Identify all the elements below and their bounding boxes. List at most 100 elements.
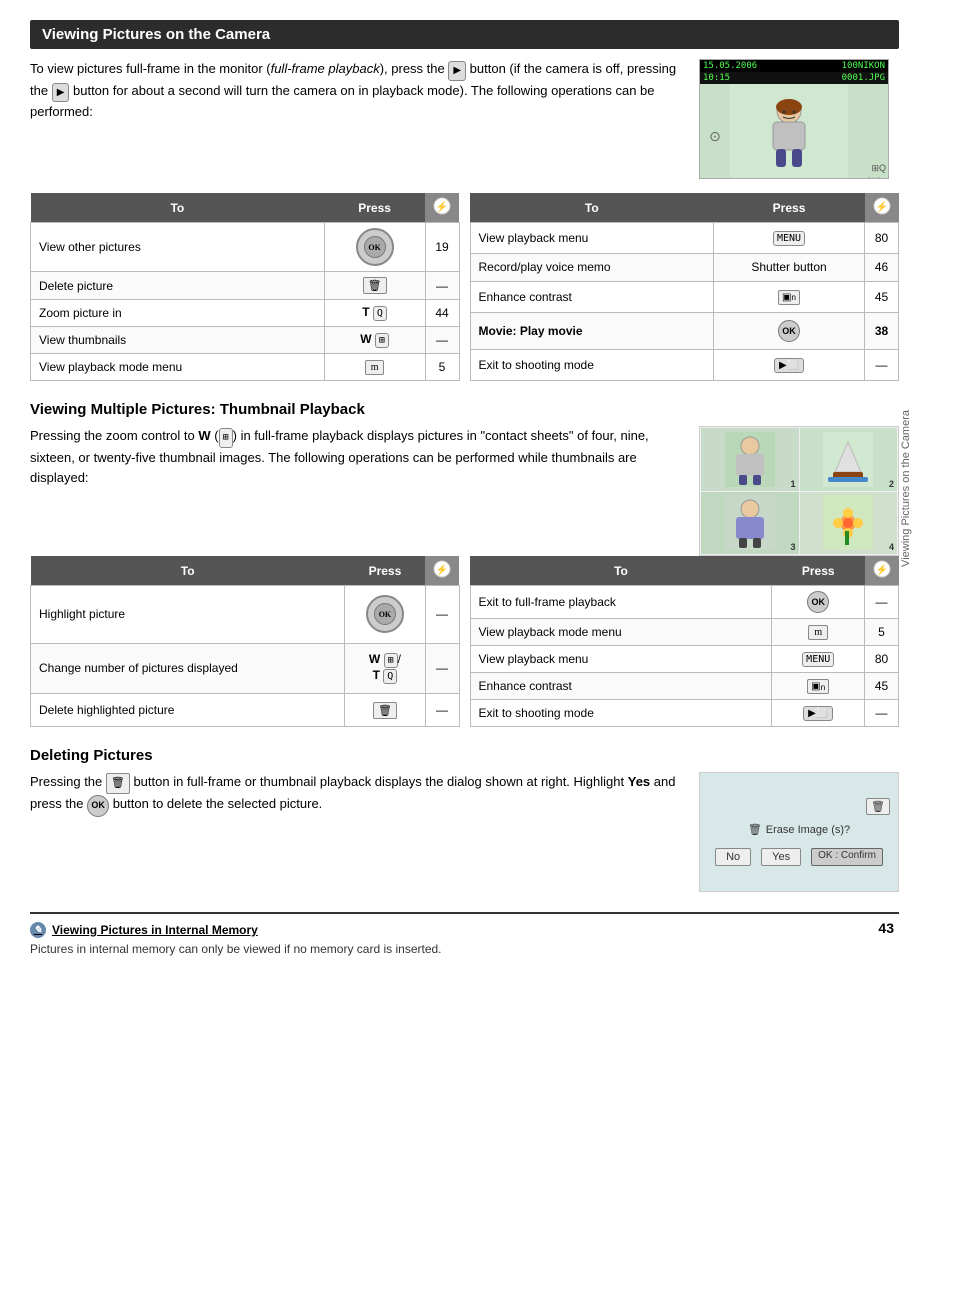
ok-small-btn2: OK xyxy=(807,591,829,613)
row-num: 80 xyxy=(865,646,899,673)
th-to-3: To xyxy=(31,556,345,586)
row-press: W ⊞ xyxy=(324,327,425,354)
ok-dial-btn2: OK xyxy=(366,595,404,633)
row-num: — xyxy=(425,586,459,644)
row-num: 45 xyxy=(865,282,899,313)
table-row: View playback menu MENU 80 xyxy=(470,223,899,254)
row-num: — xyxy=(425,327,459,354)
row-press: MENU xyxy=(772,646,865,673)
camera-figure-svg xyxy=(759,99,819,174)
row-to: View playback menu xyxy=(470,646,772,673)
ok-center2: OK xyxy=(374,603,396,625)
row-num: 38 xyxy=(865,312,899,350)
ref-icon-2: ⚡ xyxy=(873,197,891,215)
cam-body: ⊙ xyxy=(700,84,888,179)
dialog-trash-icon2: 🗑 xyxy=(748,823,762,836)
delete-dialog-area: 🗑 🗑 Erase Image (s)? No Yes OK : Confirm xyxy=(699,772,899,892)
ok-small-btn: OK xyxy=(778,320,800,342)
note-heading: Viewing Pictures in Internal Memory xyxy=(52,923,258,937)
cam-folder: 100NIKON xyxy=(842,61,885,71)
row-to: View playback mode menu xyxy=(31,354,325,381)
table-row: View playback menu MENU 80 xyxy=(470,646,899,673)
row-press: OK xyxy=(345,586,425,644)
row-to: View playback menu xyxy=(470,223,714,254)
ok-dial-btn: OK xyxy=(356,228,394,266)
delete-text: Pressing the 🗑 button in full-frame or t… xyxy=(30,772,679,892)
playback-button-icon: ▶ xyxy=(448,61,466,81)
thumb-icon2: ⊞ xyxy=(384,653,398,668)
th-num-4: ⚡ xyxy=(865,556,899,586)
cam-right-panel: ⊞Q 1/ 1↑ xyxy=(848,84,888,179)
th-to-2: To xyxy=(470,193,714,223)
row-num: — xyxy=(865,700,899,727)
thumb-figure-1 xyxy=(706,431,794,487)
row-press: T Q xyxy=(324,300,425,327)
thumb-1: 1 xyxy=(701,428,799,491)
camera-screen: 15.05.2006 100NIKON 10:15 0001.JPG ⊙ xyxy=(699,59,889,179)
th-to-4: To xyxy=(470,556,772,586)
trash-icon2: 🗑 xyxy=(373,702,397,719)
cam-date: 15.05.2006 xyxy=(703,61,757,71)
cam-left-panel: ⊙ xyxy=(700,84,730,179)
row-press: ▶⬜ xyxy=(714,350,865,381)
row-to: Enhance contrast xyxy=(470,673,772,700)
row-press: m xyxy=(324,354,425,381)
thumb-svg-2 xyxy=(823,432,873,487)
row-press: 🗑 xyxy=(345,694,425,727)
svg-text:⚡: ⚡ xyxy=(436,200,448,213)
thumb-svg-1 xyxy=(725,432,775,487)
camera-display-area: 15.05.2006 100NIKON 10:15 0001.JPG ⊙ xyxy=(699,59,899,179)
note-icon: ✎ xyxy=(30,922,46,938)
enhance-icon: ▣n xyxy=(778,290,800,305)
sub-section-title-1: Viewing Multiple Pictures: Thumbnail Pla… xyxy=(30,401,899,418)
thumb-figure-4 xyxy=(804,495,892,551)
row-to: View thumbnails xyxy=(31,327,325,354)
yes-button[interactable]: Yes xyxy=(761,848,801,866)
thumb-figure-3 xyxy=(706,495,794,551)
intro-text: To view pictures full-frame in the monit… xyxy=(30,59,679,179)
row-press: ▶⬜ xyxy=(772,700,865,727)
ref-icon-4: ⚡ xyxy=(873,560,891,578)
section2-content: Pressing the zoom control to W (⊞) in fu… xyxy=(30,426,899,556)
cam-left-icon: ⊙ xyxy=(709,128,721,145)
row-to: View playback mode menu xyxy=(470,619,772,646)
row-num: 5 xyxy=(865,619,899,646)
th-press-4: Press xyxy=(772,556,865,586)
row-to: Delete highlighted picture xyxy=(31,694,345,727)
w-thumb-icon: ⊞ xyxy=(219,428,233,448)
delete-section: Deleting Pictures Pressing the 🗑 button … xyxy=(30,747,899,892)
page-number: 43 xyxy=(878,920,894,936)
table2-left: To Press ⚡ Highlight picture OK xyxy=(30,556,460,727)
playback-exit-icon: ▶⬜ xyxy=(774,358,804,373)
dialog-title: 🗑 Erase Image (s)? xyxy=(748,823,850,836)
row-to: Enhance contrast xyxy=(470,282,714,313)
th-num-2: ⚡ xyxy=(865,193,899,223)
t-button: T xyxy=(362,305,369,319)
table-row: Exit to shooting mode ▶⬜ — xyxy=(470,350,899,381)
cam-second-bar: 10:15 0001.JPG xyxy=(700,72,888,84)
row-num: 19 xyxy=(425,223,459,272)
ref-icon-3: ⚡ xyxy=(433,560,451,578)
no-button[interactable]: No xyxy=(715,848,751,866)
ok-small-btn3: OK xyxy=(87,795,109,817)
w-btn2: W xyxy=(369,652,380,666)
table-row: Enhance contrast ▣n 45 xyxy=(470,282,899,313)
delete-area: Pressing the 🗑 button in full-frame or t… xyxy=(30,772,899,892)
table-row: Exit to shooting mode ▶⬜ — xyxy=(470,700,899,727)
row-num: 45 xyxy=(865,673,899,700)
th-to-1: To xyxy=(31,193,325,223)
cam-time: 10:15 xyxy=(703,73,730,83)
thumb-4: 4 xyxy=(800,492,898,555)
row-num: 5 xyxy=(425,354,459,381)
thumbnail-preview: 1 2 xyxy=(699,426,899,556)
note-title: ✎ Viewing Pictures in Internal Memory xyxy=(30,922,899,938)
row-press: Shutter button xyxy=(714,253,865,281)
th-press-3: Press xyxy=(345,556,425,586)
m-btn2: m xyxy=(808,625,828,640)
table-row: Delete highlighted picture 🗑 — xyxy=(31,694,460,727)
row-press: W ⊞/ T Q xyxy=(345,643,425,694)
row-press: ▣n xyxy=(714,282,865,313)
page-content: Viewing Pictures on the Camera To view p… xyxy=(30,20,924,956)
thumb-figure-2 xyxy=(804,431,892,487)
section2-text: Pressing the zoom control to W (⊞) in fu… xyxy=(30,426,683,556)
